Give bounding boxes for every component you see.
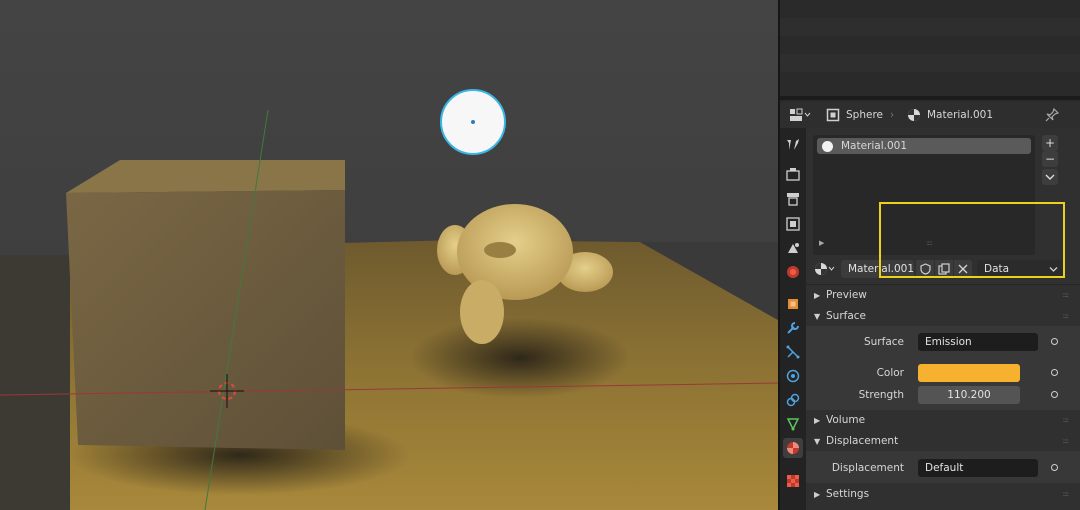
outliner-row (780, 72, 1080, 90)
expanded-arrow-icon: ▼ (814, 436, 821, 446)
material-properties: Material.001 ▶ :::: + − Material.001 Dat… (806, 128, 1080, 510)
viewport-3d[interactable] (0, 0, 778, 510)
annotation-highlight-box (879, 202, 1065, 278)
material-browse-icon (815, 263, 835, 275)
scene-tab-icon[interactable] (783, 238, 803, 258)
particles-tab-icon[interactable] (783, 342, 803, 362)
constraints-tab-icon[interactable] (783, 390, 803, 410)
properties-header: Sphere › Material.001 (780, 102, 1080, 128)
socket-link-icon[interactable] (1051, 391, 1058, 398)
material-sphere-icon (822, 140, 833, 152)
surface-shader-dropdown[interactable]: Emission (918, 333, 1038, 351)
browse-material-button[interactable] (814, 260, 838, 278)
expanded-arrow-icon: ▼ (814, 311, 821, 321)
panel-surface-title: Surface (826, 310, 867, 322)
breadcrumb-separator: › (890, 109, 895, 121)
outliner-row (780, 54, 1080, 72)
object-icon (826, 107, 840, 123)
panel-displacement-title: Displacement (826, 435, 899, 447)
chevron-down-icon (1045, 174, 1055, 180)
panel-surface[interactable]: ▼ Surface :::: (806, 306, 1080, 326)
outliner-row (780, 0, 1080, 18)
drag-grip-icon[interactable]: :::: (1063, 490, 1070, 498)
view-layer-tab-icon[interactable] (783, 214, 803, 234)
editor-type-icon[interactable] (789, 107, 811, 123)
expand-triangle-icon[interactable]: ▶ (819, 239, 824, 247)
drag-grip-icon[interactable]: :::: (1063, 416, 1070, 424)
remove-slot-button[interactable]: − (1042, 151, 1058, 167)
slot-specials-button[interactable] (1042, 169, 1058, 185)
panel-preview-title: Preview (826, 289, 867, 301)
strength-label: Strength (858, 389, 904, 401)
panel-settings[interactable]: ▶ Settings :::: (806, 484, 1080, 504)
material-slot-item[interactable]: Material.001 (817, 138, 1031, 154)
collapsed-arrow-icon: ▶ (814, 489, 821, 499)
breadcrumb-object[interactable]: Sphere (846, 107, 883, 123)
material-slot-label: Material.001 (841, 140, 908, 152)
material-icon (907, 107, 921, 123)
panel-volume[interactable]: ▶ Volume :::: (806, 410, 1080, 430)
panel-displacement[interactable]: ▼ Displacement :::: (806, 431, 1080, 451)
displacement-dropdown[interactable]: Default (918, 459, 1038, 477)
tool-tab-icon[interactable] (783, 134, 803, 154)
viewport-scene (0, 0, 778, 510)
surface-label: Surface (863, 336, 904, 348)
add-slot-button[interactable]: + (1042, 135, 1058, 151)
world-tab-icon[interactable] (783, 262, 803, 282)
collapsed-arrow-icon: ▶ (814, 415, 821, 425)
material-tab-icon[interactable] (783, 438, 803, 458)
socket-link-icon[interactable] (1051, 338, 1058, 345)
color-label: Color (876, 367, 904, 379)
displacement-label: Displacement (831, 462, 904, 474)
properties-editor: Sphere › Material.001 Material.001 ▶:::… (778, 0, 1080, 510)
drag-grip-icon[interactable]: :::: (1063, 291, 1070, 299)
output-tab-icon[interactable] (783, 189, 803, 209)
pin-icon[interactable] (1045, 107, 1059, 123)
modifier-tab-icon[interactable] (783, 318, 803, 338)
panel-volume-title: Volume (826, 414, 866, 426)
outliner-row (780, 18, 1080, 36)
outliner-row (780, 36, 1080, 54)
socket-link-icon[interactable] (1051, 369, 1058, 376)
object-tab-icon[interactable] (783, 294, 803, 314)
panel-preview[interactable]: ▶ Preview :::: (806, 285, 1080, 305)
physics-tab-icon[interactable] (783, 366, 803, 386)
area-divider (780, 96, 1080, 100)
emission-strength-field[interactable]: 110.200 (918, 386, 1020, 404)
drag-grip-icon[interactable]: :::: (1063, 312, 1070, 320)
breadcrumb-material[interactable]: Material.001 (927, 107, 993, 123)
data-tab-icon[interactable] (783, 414, 803, 434)
render-tab-icon[interactable] (783, 164, 803, 184)
emission-color-swatch[interactable] (918, 364, 1020, 382)
properties-tabs (780, 128, 806, 510)
panel-settings-title: Settings (826, 488, 870, 500)
socket-link-icon[interactable] (1051, 464, 1058, 471)
collapsed-arrow-icon: ▶ (814, 290, 821, 300)
drag-grip-icon[interactable]: :::: (1063, 437, 1070, 445)
texture-tab-icon[interactable] (783, 471, 803, 491)
